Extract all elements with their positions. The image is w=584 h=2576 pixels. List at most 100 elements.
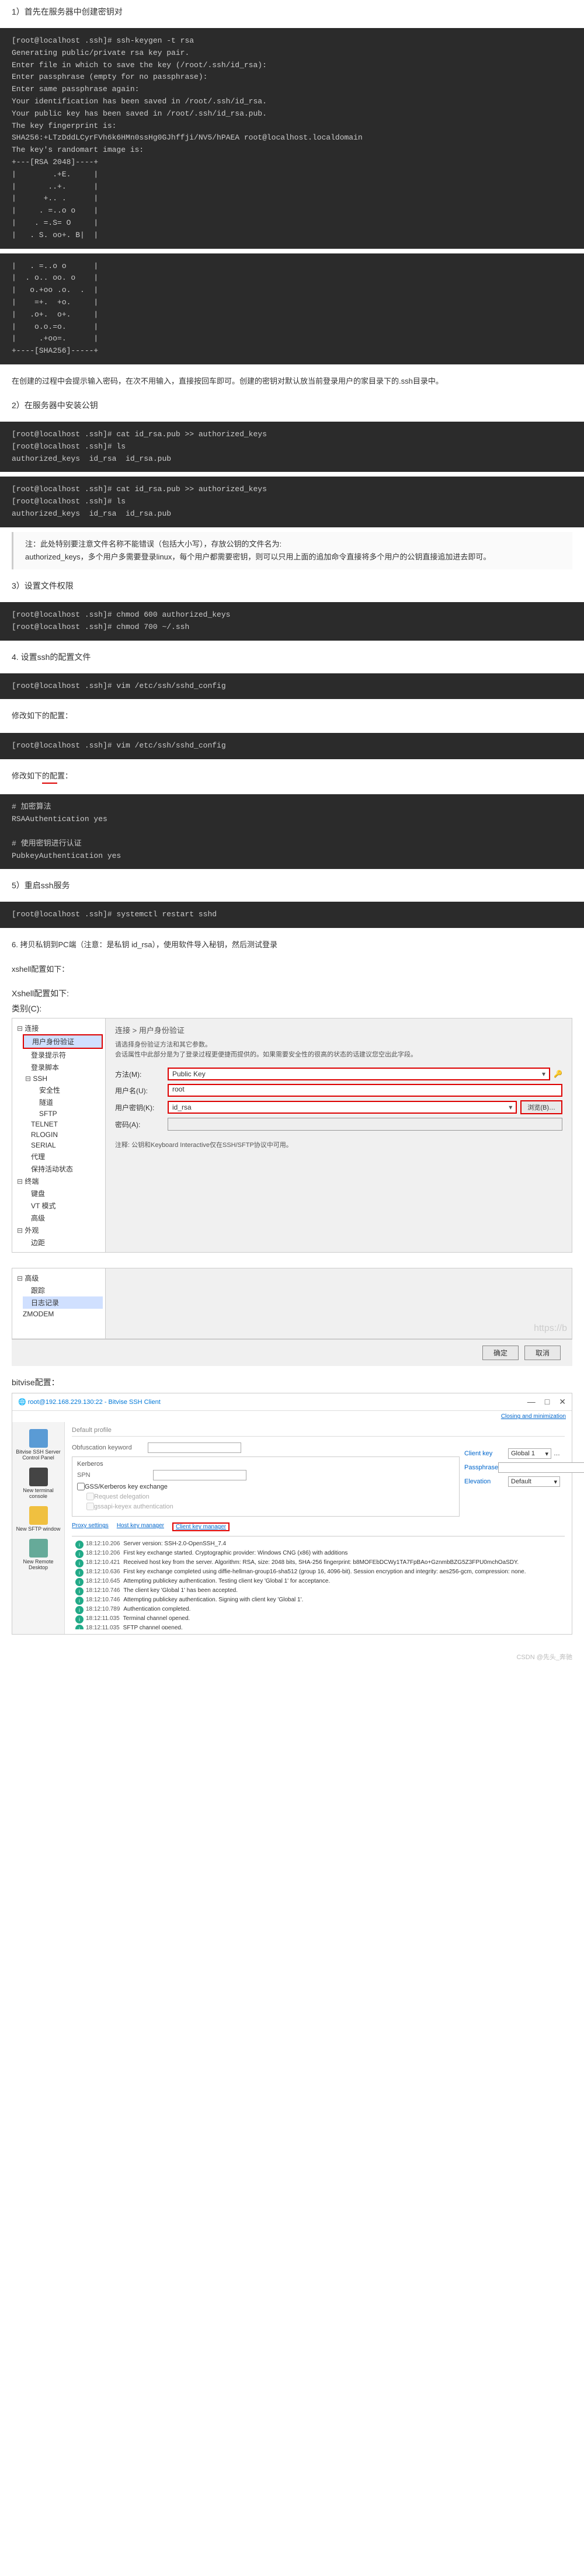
- step-6-title: 6. 拷贝私钥到PC端（注意：是私钥 id_rsa），使用软件导入秘钥，然后测试…: [0, 933, 584, 957]
- log-time: 18:12:10.421: [86, 1559, 120, 1567]
- gss-checkbox[interactable]: [77, 1483, 85, 1490]
- info-icon: i: [75, 1597, 84, 1605]
- log-time: 18:12:10.206: [86, 1550, 120, 1558]
- userkey-label: 用户密钥(K):: [115, 1103, 168, 1113]
- note-authkeys-title: 注：此处特别要注意文件名称不能错误（包括大小写），存放公钥的文件名为:: [25, 540, 281, 548]
- user-label: 用户名(U):: [115, 1086, 168, 1096]
- side-terminal[interactable]: New terminal console: [15, 1464, 62, 1503]
- tree-keepalive[interactable]: 保持活动状态: [23, 1163, 103, 1175]
- cancel-button[interactable]: 取消: [524, 1346, 561, 1360]
- tree2-advanced[interactable]: 高级: [15, 1272, 103, 1284]
- browse-button[interactable]: 浏览(B)…: [520, 1100, 562, 1114]
- ok-button[interactable]: 确定: [482, 1346, 519, 1360]
- tree-terminal[interactable]: 终端: [15, 1175, 103, 1187]
- rdp-icon: [29, 1539, 48, 1558]
- kerberos-group: Kerberos SPN GSS/Kerberos key exchange R…: [72, 1456, 460, 1517]
- clientkey-link[interactable]: Client key manager: [172, 1522, 230, 1531]
- csdn-watermark: CSDN @先头_奔驰: [0, 1646, 584, 1679]
- watermark-text: https://b: [534, 1323, 567, 1334]
- userkey-select[interactable]: id_rsa: [168, 1101, 517, 1114]
- note-modify-2: 修改如下的配置：: [0, 764, 584, 790]
- tree-margin[interactable]: 边距: [23, 1236, 103, 1249]
- side-sftp[interactable]: New SFTP window: [15, 1503, 62, 1535]
- info-icon: i: [75, 1541, 84, 1549]
- tree-telnet[interactable]: TELNET: [23, 1119, 103, 1129]
- clientkey-more[interactable]: …: [554, 1450, 560, 1457]
- bitvise-titlebar: 🌐 root@192.168.229.130:22 - Bitvise SSH …: [12, 1393, 572, 1411]
- tree-auth[interactable]: 用户身份验证: [23, 1034, 103, 1049]
- window-controls: — □ ✕: [527, 1397, 566, 1407]
- bitvise-menu-link[interactable]: Closing and minimization: [12, 1411, 572, 1422]
- tree-ssh[interactable]: SSH: [23, 1073, 103, 1084]
- tree-security[interactable]: 安全性: [31, 1084, 103, 1096]
- note-mod2-b: 的配: [42, 770, 57, 784]
- terminal-chmod: [root@localhost .ssh]# chmod 600 authori…: [0, 602, 584, 641]
- breadcrumb: 连接 > 用户身份验证: [115, 1024, 562, 1035]
- info-icon: i: [75, 1625, 84, 1629]
- log-message: Attempting publickey authentication. Tes…: [123, 1578, 330, 1586]
- log-time: 18:12:10.789: [86, 1606, 120, 1614]
- tree-connection[interactable]: 连接: [15, 1022, 103, 1034]
- reqdel-checkbox: [86, 1493, 94, 1500]
- tree-tunnel[interactable]: 隧道: [31, 1096, 103, 1108]
- xshell-config-label: xshell配置如下：: [0, 957, 584, 982]
- spn-input[interactable]: [153, 1470, 246, 1480]
- key-icon: 🔑: [554, 1070, 562, 1078]
- log-time: 18:12:10.645: [86, 1578, 120, 1586]
- log-time: 18:12:10.746: [86, 1597, 120, 1605]
- maximize-icon[interactable]: □: [545, 1397, 550, 1407]
- elevation-select[interactable]: Default▾: [508, 1476, 560, 1487]
- dialog-buttons: 确定 取消: [12, 1339, 572, 1366]
- terminal-icon: [29, 1468, 48, 1486]
- tree2-log[interactable]: 日志记录: [23, 1296, 103, 1309]
- close-icon[interactable]: ✕: [559, 1397, 566, 1407]
- tree2-zmodem[interactable]: ZMODEM: [15, 1309, 103, 1319]
- tree-appearance[interactable]: 外观: [15, 1224, 103, 1236]
- gss-label: GSS/Kerberos key exchange: [85, 1483, 168, 1490]
- password-input[interactable]: [168, 1118, 562, 1131]
- tree-keyboard[interactable]: 键盘: [23, 1187, 103, 1200]
- tree2-trace[interactable]: 跟踪: [23, 1284, 103, 1296]
- kerberos-title: Kerberos: [77, 1461, 454, 1468]
- info-icon: i: [75, 1559, 84, 1567]
- chevron-down-icon: ▾: [545, 1450, 548, 1458]
- obfus-input[interactable]: [148, 1442, 241, 1453]
- password-label: 密码(A):: [115, 1120, 168, 1129]
- note-mod2-c: 置：: [57, 771, 72, 780]
- note-modify-1: 修改如下的配置：: [0, 704, 584, 728]
- tree-login-script[interactable]: 登录脚本: [23, 1061, 103, 1073]
- tree-sftp[interactable]: SFTP: [31, 1108, 103, 1119]
- terminal-sshd-config: # 加密算法 RSAAuthentication yes # 使用密钥进行认证 …: [0, 794, 584, 869]
- tree-serial[interactable]: SERIAL: [23, 1140, 103, 1150]
- tree-proxy[interactable]: 代理: [23, 1150, 103, 1163]
- spn-label: SPN: [77, 1472, 153, 1479]
- tree-vtmode[interactable]: VT 模式: [23, 1200, 103, 1212]
- log-message: First key exchange started. Cryptographi…: [123, 1550, 347, 1558]
- tree-login-prompt[interactable]: 登录提示符: [23, 1049, 103, 1061]
- tree-advanced[interactable]: 高级: [23, 1212, 103, 1224]
- bitvise-log: i18:12:10.206Server version: SSH-2.0-Ope…: [72, 1536, 565, 1629]
- log-time: 18:12:11.035: [86, 1625, 120, 1629]
- method-select[interactable]: Public Key: [168, 1068, 550, 1080]
- minimize-icon[interactable]: —: [527, 1397, 536, 1407]
- username-input[interactable]: root: [168, 1084, 562, 1097]
- passphrase-input[interactable]: [498, 1462, 584, 1473]
- xshell-tree-2: 高级 跟踪 日志记录 ZMODEM: [12, 1268, 106, 1339]
- tree-rlogin[interactable]: RLOGIN: [23, 1129, 103, 1140]
- bitvise-window: 🌐 root@192.168.229.130:22 - Bitvise SSH …: [12, 1393, 572, 1635]
- terminal-keygen: [root@localhost .ssh]# ssh-keygen -t rsa…: [0, 28, 584, 249]
- note-mod2-a: 修改如下: [12, 771, 42, 780]
- note-keygen: 在创建的过程中会提示输入密码，在次不用输入，直接按回车即可。创建的密钥对默认放当…: [0, 369, 584, 394]
- xshell-window-2: 高级 跟踪 日志记录 ZMODEM https://b: [12, 1268, 572, 1339]
- clientkey-select[interactable]: Global 1▾: [508, 1448, 551, 1459]
- side-rdp[interactable]: New Remote Desktop: [15, 1535, 62, 1574]
- terminal-authkeys-2: [root@localhost .ssh]# cat id_rsa.pub >>…: [0, 477, 584, 527]
- step-5-title: 5）重启ssh服务: [0, 874, 584, 897]
- log-message: Terminal channel opened.: [123, 1615, 190, 1624]
- log-time: 18:12:11.035: [86, 1615, 120, 1624]
- log-message: Attempting publickey authentication. Sig…: [123, 1597, 303, 1605]
- hostkey-link[interactable]: Host key manager: [117, 1522, 164, 1531]
- proxy-link[interactable]: Proxy settings: [72, 1522, 109, 1531]
- bitvise-main: Default profile Obfuscation keyword Kerb…: [65, 1422, 572, 1634]
- side-control-panel[interactable]: Bitvise SSH Server Control Panel: [15, 1426, 62, 1464]
